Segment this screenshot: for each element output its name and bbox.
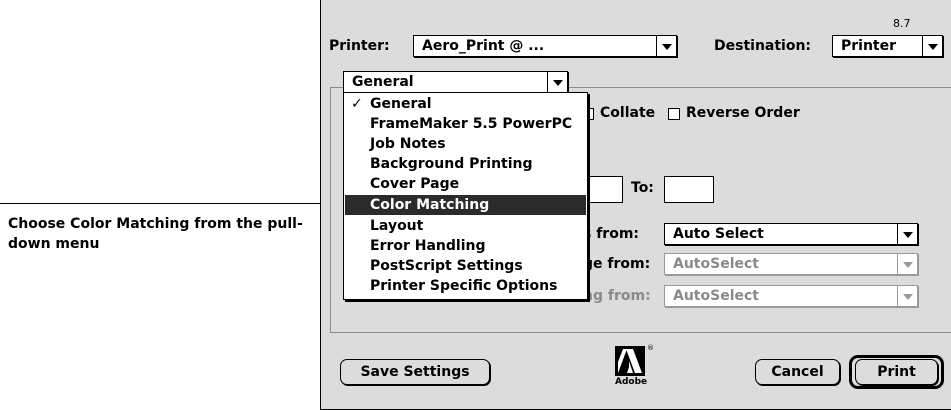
paper-source-label-1: s from: <box>583 226 640 242</box>
menu-item-label: PostScript Settings <box>370 258 523 274</box>
paper-source-label-2: ge from: <box>583 256 651 272</box>
version-label: 8.7 <box>893 17 911 30</box>
save-settings-button[interactable]: Save Settings <box>340 359 490 385</box>
chevron-down-icon <box>656 36 676 56</box>
destination-label: Destination: <box>714 38 812 54</box>
paper-source-value-2: AutoSelect <box>673 256 759 272</box>
paper-source-popup-1[interactable]: Auto Select <box>664 223 918 245</box>
section-popup-value: General <box>352 74 414 90</box>
checkmark-icon: ✓ <box>351 96 363 112</box>
printer-popup[interactable]: Aero_Print @ ... <box>413 35 677 57</box>
menu-item-general[interactable]: ✓ General <box>345 94 586 114</box>
print-button[interactable]: Print <box>855 359 938 385</box>
menu-item-framemaker[interactable]: FrameMaker 5.5 PowerPC <box>345 114 586 134</box>
registered-mark: ® <box>647 344 654 352</box>
menu-item-cover-page[interactable]: Cover Page <box>345 174 586 194</box>
menu-item-label: Cover Page <box>370 176 460 192</box>
menu-item-layout[interactable]: Layout <box>345 216 586 236</box>
reverse-order-checkbox[interactable] <box>668 108 680 120</box>
menu-item-printer-specific-options[interactable]: Printer Specific Options <box>345 276 586 296</box>
destination-popup[interactable]: Printer <box>832 35 943 57</box>
menu-item-label: Job Notes <box>370 136 446 152</box>
printer-popup-value: Aero_Print @ ... <box>422 38 545 54</box>
menu-item-color-matching[interactable]: Color Matching <box>345 195 586 215</box>
chevron-down-icon <box>922 36 942 56</box>
chevron-down-icon <box>547 72 567 92</box>
menu-item-label: Background Printing <box>370 156 533 172</box>
annotation-callout-text: Choose Color Matching from the pull-down… <box>8 216 303 252</box>
menu-item-label: Layout <box>370 218 424 234</box>
menu-item-label: Printer Specific Options <box>370 278 558 294</box>
collate-label: Collate <box>600 105 656 121</box>
printer-label: Printer: <box>329 38 390 54</box>
menu-item-background-printing[interactable]: Background Printing <box>345 154 586 174</box>
destination-popup-value: Printer <box>841 38 897 54</box>
reverse-order-label: Reverse Order <box>686 105 800 121</box>
menu-item-label: Error Handling <box>370 238 486 254</box>
chevron-down-icon <box>897 254 917 274</box>
paper-source-value-1: Auto Select <box>673 226 764 242</box>
menu-item-label: Color Matching <box>370 197 490 213</box>
cancel-button[interactable]: Cancel <box>755 359 840 385</box>
chevron-down-icon <box>897 286 917 306</box>
chevron-down-icon <box>897 224 917 244</box>
menu-item-label: General <box>370 96 432 112</box>
page-to-field[interactable] <box>664 176 714 203</box>
adobe-logo-text: Adobe <box>615 377 648 387</box>
paper-source-popup-2[interactable]: AutoSelect <box>664 253 918 275</box>
menu-item-label: FrameMaker 5.5 PowerPC <box>370 116 573 132</box>
paper-source-label-3: ng from: <box>583 288 651 304</box>
callout-leader-line <box>0 203 344 204</box>
menu-item-error-handling[interactable]: Error Handling <box>345 236 586 256</box>
to-label: To: <box>631 180 654 196</box>
section-popup[interactable]: General <box>343 71 568 93</box>
paper-source-value-3: AutoSelect <box>673 288 759 304</box>
adobe-logo-icon <box>615 346 645 376</box>
adobe-logo: ® Adobe <box>613 344 654 392</box>
paper-source-popup-3[interactable]: AutoSelect <box>664 285 918 307</box>
menu-item-postscript-settings[interactable]: PostScript Settings <box>345 256 586 276</box>
menu-item-job-notes[interactable]: Job Notes <box>345 134 586 154</box>
section-menu: ✓ General FrameMaker 5.5 PowerPC Job Not… <box>343 92 588 300</box>
